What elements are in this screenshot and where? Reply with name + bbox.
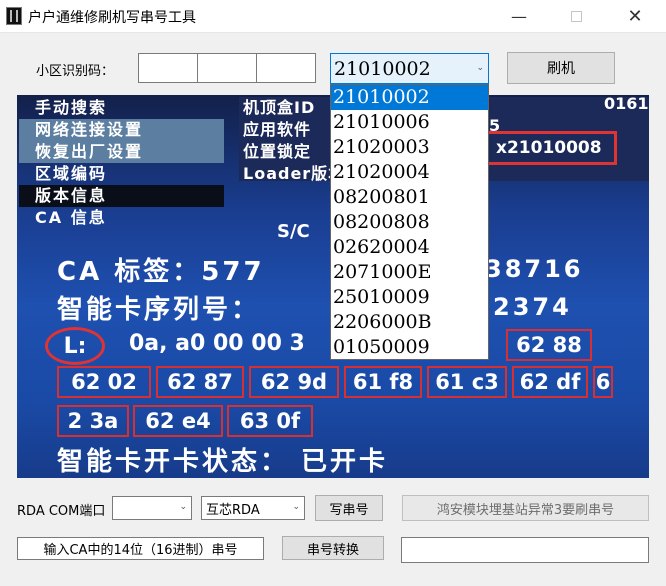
dropdown-option[interactable]: 02620004 — [331, 235, 488, 260]
stb-serial-partial: 016120346877 — [604, 95, 649, 113]
ca-value: 577 — [201, 257, 265, 287]
dropdown-option[interactable]: 25010009 — [331, 285, 488, 310]
chevron-down-icon: ⌄ — [476, 62, 484, 73]
dropdown-option[interactable]: 08200808 — [331, 210, 488, 235]
dropdown-option[interactable]: 21020004 — [331, 160, 488, 185]
chevron-down-icon: ⌄ — [292, 502, 300, 512]
stb-menu: 手动搜索 网络连接设置 恢复出厂设置 区域编码 版本信息 CA 信息 — [19, 97, 224, 233]
converted-serial-output[interactable] — [401, 537, 649, 563]
hex-box: 62 02 — [57, 366, 151, 398]
stb-menu-item: 版本信息 — [19, 185, 224, 207]
minimize-icon: — — [511, 6, 527, 26]
ca-partial: S/C — [277, 221, 310, 242]
hex-box: 62 e4 — [133, 405, 223, 437]
stb-menu-item: 手动搜索 — [35, 98, 108, 117]
close-button[interactable]: ✕ — [612, 0, 658, 32]
chip-select-value: 互芯RDA — [206, 502, 260, 518]
l-values: 0a, a0 00 00 3 — [129, 331, 305, 356]
area-code-label: 小区识别码： — [36, 64, 115, 79]
dropdown-option[interactable]: 2071000E — [331, 260, 488, 285]
flash-button[interactable]: 刷机 — [507, 52, 615, 84]
rda-com-label: RDA COM端口 — [17, 504, 106, 519]
stb-menu-item: 恢复出厂设置 — [19, 141, 224, 163]
minimize-button[interactable]: — — [496, 0, 542, 32]
title-bar: 户户通维修刷机写串号工具 — ✕ — [0, 0, 666, 33]
abnormal-serial-button[interactable]: 鸿安模块埋基站异常3要刷串号 — [402, 495, 649, 521]
com-port-select[interactable]: ⌄ — [112, 496, 192, 520]
hex-box: 62 87 — [156, 366, 244, 398]
hex-box: 6 — [593, 366, 613, 398]
stb-menu-item: CA 信息 — [35, 208, 107, 227]
hex-box: 61 c3 — [427, 366, 507, 398]
card-serial-tail: 2374 — [493, 293, 572, 321]
hex-box: 62 88 — [506, 329, 592, 361]
area-code-field-2[interactable] — [197, 53, 257, 83]
chevron-down-icon: ⌄ — [179, 502, 187, 512]
stb-menu-item: 网络连接设置 — [19, 119, 224, 141]
hex-box: 62 df — [512, 366, 588, 398]
write-serial-button[interactable]: 写串号 — [315, 495, 383, 521]
ca-value-tail: 38716 — [485, 255, 584, 283]
area-code-field-1[interactable] — [138, 53, 198, 83]
dropdown-option[interactable]: 08200801 — [331, 185, 488, 210]
hex-box: 61 f8 — [344, 366, 422, 398]
dropdown-option[interactable]: 21010002 — [331, 85, 488, 110]
dropdown-option[interactable]: 01050009 — [331, 335, 488, 360]
window-title: 户户通维修刷机写串号工具 — [28, 10, 196, 26]
l-label-circle: L: — [45, 327, 105, 365]
hex-box: 2 3a — [57, 405, 129, 437]
dropdown-option[interactable]: 21010006 — [331, 110, 488, 135]
ca-serial-input[interactable]: 输入CA中的14位（16进制）串号 — [17, 537, 264, 560]
close-icon: ✕ — [627, 5, 643, 27]
dropdown-option[interactable]: 21020003 — [331, 135, 488, 160]
card-serial-label: 智能卡序列号： — [57, 295, 261, 325]
area-code-field-3[interactable] — [256, 53, 316, 83]
locked-value-box: x21010008 — [485, 131, 617, 165]
app-icon — [6, 7, 22, 25]
stb-menu-item: 区域编码 — [35, 164, 108, 183]
serial-select-value: 21010002 — [334, 57, 431, 80]
hex-box: 62 9d — [249, 366, 339, 398]
hex-box: 63 0f — [227, 405, 313, 437]
card-status-line: 智能卡开卡状态： 已开卡 — [57, 447, 389, 477]
ca-label-line: CA 标签：577 — [57, 251, 265, 288]
convert-serial-button[interactable]: 串号转换 — [282, 536, 384, 560]
chip-select[interactable]: 互芯RDA ⌄ — [201, 496, 305, 520]
dropdown-option[interactable]: 2206000B — [331, 310, 488, 335]
maximize-button — [553, 0, 599, 32]
serial-select[interactable]: 21010002 ⌄ — [330, 53, 489, 84]
maximize-icon — [570, 10, 582, 22]
serial-dropdown-list: 21010002 21010006 21020003 21020004 0820… — [330, 84, 489, 360]
ca-label: CA 标签： — [57, 257, 202, 287]
